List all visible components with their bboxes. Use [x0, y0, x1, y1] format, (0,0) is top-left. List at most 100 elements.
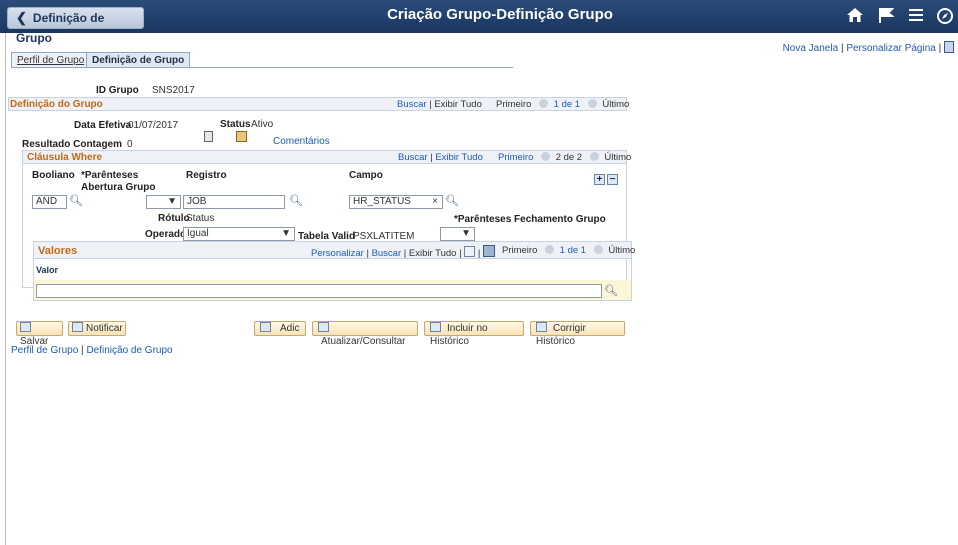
row-range: 1 de 1	[559, 245, 587, 256]
booleano-value: AND	[36, 196, 58, 207]
update-display-button[interactable]: Atualizar/Consultar	[312, 321, 418, 347]
grid-icon[interactable]	[482, 245, 495, 257]
row-range: 1 de 1	[553, 99, 581, 110]
col-open-paren: *Parênteses Abertura Grupo	[81, 170, 156, 193]
first-link[interactable]: Primeiro	[496, 99, 531, 110]
buscar-link[interactable]: Buscar	[372, 248, 402, 259]
menu-icon[interactable]	[908, 7, 924, 26]
last-link[interactable]: Último	[604, 152, 631, 163]
save-button[interactable]: Salvar	[16, 321, 63, 347]
booleano-select[interactable]: AND	[32, 195, 67, 209]
buscar-link[interactable]: Buscar	[398, 152, 428, 163]
new-window-icon[interactable]	[464, 246, 476, 257]
comments-link[interactable]: Comentários	[273, 136, 330, 147]
close-paren-select[interactable]: ▼	[440, 227, 475, 241]
export-icon[interactable]	[236, 131, 247, 142]
campo-input[interactable]: HR_STATUS ×	[349, 195, 443, 209]
exibir-tudo-link[interactable]: Exibir Tudo	[409, 248, 457, 259]
profile-link[interactable]: Perfil de Grupo	[11, 345, 78, 356]
back-button-label: Definição de Grupo	[16, 11, 105, 45]
next-arrow-icon[interactable]	[589, 152, 599, 161]
registro-search-icon[interactable]: 🔍︎	[289, 194, 303, 207]
group-definition-pager: Primeiro 1 de 1 Último	[496, 99, 629, 110]
calculator-icon[interactable]	[204, 131, 213, 142]
tab-perfil-de-grupo[interactable]: Perfil de Grupo	[11, 52, 91, 68]
exibir-tudo-link[interactable]: Exibir Tudo	[434, 99, 482, 110]
add-button[interactable]: Adic	[254, 321, 306, 336]
personalize-page-link[interactable]: Personalizar Página	[846, 43, 936, 54]
open-paren-select[interactable]: ▼	[146, 195, 181, 209]
notify-label: Notificar	[86, 323, 123, 334]
edit-icon	[536, 322, 547, 332]
campo-value: HR_STATUS	[353, 196, 411, 207]
rotulo-value: Status	[186, 213, 215, 224]
home-icon[interactable]	[846, 7, 864, 27]
prev-arrow-icon[interactable]	[545, 245, 555, 254]
separator: |	[477, 248, 481, 259]
add-row-button[interactable]: +	[594, 174, 605, 185]
values-title: Valores	[38, 245, 78, 257]
valor-search-icon[interactable]: 🔍︎	[604, 284, 618, 297]
include-history-button[interactable]: Incluir no Histórico	[424, 321, 524, 347]
delete-row-button[interactable]: −	[607, 174, 618, 185]
last-link[interactable]: Último	[602, 99, 629, 110]
buscar-link[interactable]: Buscar	[397, 99, 427, 110]
effective-date-label: Data Efetiva	[74, 120, 132, 131]
separator: |	[840, 43, 844, 54]
exibir-tudo-link[interactable]: Exibir Tudo	[435, 152, 483, 163]
rotulo-label: Rótulo	[158, 213, 190, 224]
last-link[interactable]: Último	[608, 245, 635, 256]
next-arrow-icon[interactable]	[587, 99, 597, 108]
help-icon[interactable]	[944, 41, 954, 53]
chevron-down-icon: ▼	[167, 196, 177, 207]
tab-label: Definição de Grupo	[92, 55, 185, 66]
save-icon	[20, 322, 31, 332]
close-paren-label: *Parênteses Fechamento Grupo	[454, 214, 606, 225]
notify-icon	[72, 322, 83, 332]
history-icon	[430, 322, 441, 332]
flag-icon[interactable]	[878, 7, 895, 28]
operador-value: Igual	[187, 228, 209, 239]
status-label: Status	[220, 119, 251, 130]
row-range: 2 de 2	[555, 152, 583, 163]
prev-arrow-icon[interactable]	[541, 152, 551, 161]
where-clause-nav: Buscar | Exibir Tudo	[398, 152, 483, 163]
col-booleano: Booliano	[32, 170, 75, 181]
where-clause-title: Cláusula Where	[27, 152, 103, 163]
add-icon	[260, 322, 271, 332]
where-clause-pager: Primeiro 2 de 2 Último	[498, 152, 631, 163]
valor-input[interactable]	[36, 284, 602, 298]
compass-icon[interactable]	[936, 7, 954, 29]
tab-label: Perfil de Grupo	[17, 55, 85, 66]
chevron-left-icon: ❮	[16, 10, 27, 25]
next-arrow-icon[interactable]	[593, 245, 603, 254]
prev-arrow-icon[interactable]	[539, 99, 549, 108]
notify-button[interactable]: Notificar	[68, 321, 126, 336]
operador-select[interactable]: Igual ▼	[183, 227, 295, 241]
first-link[interactable]: Primeiro	[502, 245, 537, 256]
tab-definicao-de-grupo[interactable]: Definição de Grupo	[86, 52, 191, 68]
personalize-link[interactable]: Personalizar	[311, 248, 364, 259]
registro-value: JOB	[187, 196, 207, 207]
col-campo: Campo	[349, 170, 383, 181]
definition-link[interactable]: Definição de Grupo	[86, 345, 172, 356]
separator: |	[459, 248, 462, 259]
values-nav: Personalizar | Buscar | Exibir Tudo | |	[311, 245, 495, 259]
add-label: Adic	[280, 323, 300, 334]
separator: |	[430, 152, 433, 163]
separator: |	[81, 345, 84, 356]
registro-input[interactable]: JOB	[183, 195, 285, 209]
back-button[interactable]: ❮ Definição de Grupo	[7, 7, 144, 45]
clear-icon[interactable]: ×	[432, 196, 438, 208]
new-window-link[interactable]: Nova Janela	[783, 43, 839, 54]
correct-history-button[interactable]: Corrigir Histórico	[530, 321, 625, 347]
col-registro: Registro	[186, 170, 227, 181]
group-definition-title: Definição do Grupo	[10, 99, 103, 110]
status-value: Ativo	[251, 119, 274, 130]
first-link[interactable]: Primeiro	[498, 152, 533, 163]
group-id-label: ID Grupo	[96, 85, 139, 96]
booleano-search-icon[interactable]: 🔍︎	[69, 194, 83, 207]
group-id-value: SNS2017	[152, 85, 195, 96]
chevron-down-icon: ▼	[281, 228, 291, 239]
campo-search-icon[interactable]: 🔍︎	[445, 194, 459, 207]
